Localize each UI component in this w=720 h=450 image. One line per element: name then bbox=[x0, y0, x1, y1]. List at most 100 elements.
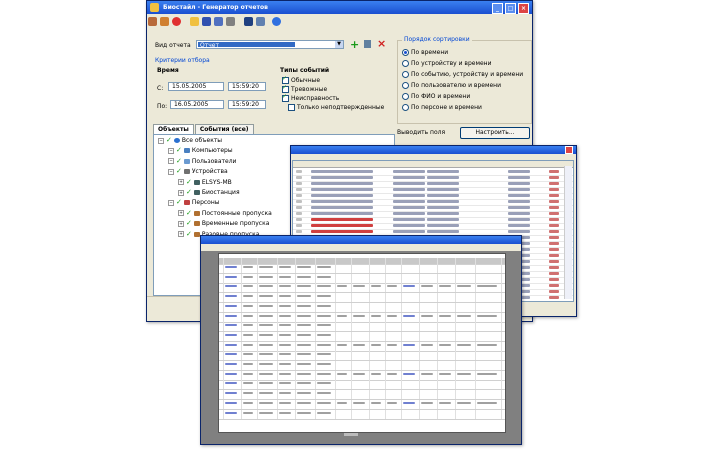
tree-item[interactable]: − ✓ Пользователи bbox=[168, 157, 236, 165]
expand-icon[interactable]: − bbox=[168, 147, 174, 154]
report-text bbox=[279, 266, 291, 268]
save-as-icon[interactable] bbox=[214, 16, 223, 26]
expand-icon[interactable]: + bbox=[178, 189, 184, 196]
report-text bbox=[477, 401, 497, 404]
table-cell bbox=[549, 278, 559, 281]
report-type-select[interactable]: Отчет ▼ bbox=[196, 40, 344, 49]
sort-option[interactable]: По персоне и времени bbox=[402, 104, 482, 111]
event-type-item[interactable]: Тревожные bbox=[282, 84, 327, 93]
check-icon[interactable]: ✓ bbox=[186, 220, 192, 227]
check-icon[interactable]: ✓ bbox=[176, 157, 182, 165]
event-types-heading: Типы событий bbox=[280, 67, 330, 74]
checkbox[interactable] bbox=[288, 104, 295, 111]
tree-item[interactable]: − ✓ Персоны bbox=[168, 199, 220, 206]
report-cell bbox=[385, 370, 397, 380]
open-icon[interactable] bbox=[160, 16, 169, 26]
check-icon[interactable]: ✓ bbox=[176, 199, 182, 206]
radio-button[interactable] bbox=[402, 71, 409, 78]
folder-icon[interactable] bbox=[190, 16, 199, 26]
tree-item[interactable]: + ✓ Постоянные пропуска bbox=[178, 209, 272, 217]
from-date-picker[interactable]: 15.05.2005 bbox=[168, 82, 224, 91]
add-icon[interactable]: + bbox=[350, 38, 359, 51]
tree-item[interactable]: + ✓ ELSYS-MB bbox=[178, 178, 232, 186]
check-icon[interactable]: ✓ bbox=[176, 168, 182, 175]
report-text bbox=[279, 304, 291, 307]
report-cell bbox=[315, 283, 331, 293]
sort-option[interactable]: По времени bbox=[402, 49, 448, 56]
sort-option[interactable]: По пользователю и времени bbox=[402, 82, 501, 89]
sort-option[interactable]: По устройству и времени bbox=[402, 60, 491, 67]
expand-icon[interactable]: − bbox=[158, 137, 164, 144]
to-date-picker[interactable]: 16.05.2005 bbox=[170, 100, 224, 109]
report-text bbox=[243, 343, 253, 346]
report-cell bbox=[437, 399, 451, 409]
report-cell bbox=[475, 264, 476, 273]
edit-icon[interactable] bbox=[226, 16, 235, 26]
tree-item[interactable]: + ✓ Биостанция bbox=[178, 189, 240, 196]
save-icon[interactable] bbox=[202, 16, 211, 26]
tree-item[interactable]: + ✓ Временные пропуска bbox=[178, 220, 269, 227]
delete-icon[interactable]: × bbox=[377, 37, 386, 50]
people-icon[interactable] bbox=[148, 16, 157, 26]
report-cell bbox=[295, 264, 311, 273]
report-text bbox=[403, 401, 415, 404]
print-icon[interactable] bbox=[244, 16, 253, 26]
report-cell bbox=[401, 390, 402, 400]
checkbox[interactable] bbox=[282, 75, 289, 84]
expand-icon[interactable]: + bbox=[178, 231, 184, 238]
check-icon[interactable]: ✓ bbox=[176, 147, 182, 154]
copy-icon[interactable] bbox=[364, 40, 371, 48]
expand-icon[interactable]: − bbox=[168, 158, 174, 165]
report-text bbox=[259, 304, 273, 307]
report-text bbox=[297, 363, 311, 365]
minimize-button[interactable]: _ bbox=[492, 3, 503, 14]
radio-button[interactable] bbox=[402, 49, 409, 56]
configure-button[interactable]: Настроить... bbox=[460, 127, 530, 139]
tree-item[interactable]: − ✓ Все объекты bbox=[158, 137, 222, 144]
table-cell bbox=[311, 188, 373, 191]
check-icon[interactable]: ✓ bbox=[186, 209, 192, 217]
check-icon[interactable]: ✓ bbox=[186, 189, 192, 196]
sort-option[interactable]: По ФИО и времени bbox=[402, 93, 470, 100]
tree-item[interactable]: − ✓ Компьютеры bbox=[168, 147, 233, 154]
events-title-bar[interactable] bbox=[291, 146, 576, 154]
report-cell bbox=[501, 380, 502, 390]
event-type-item[interactable]: Обычные bbox=[282, 75, 320, 84]
report-text bbox=[439, 401, 451, 404]
chevron-down-icon[interactable]: ▼ bbox=[335, 41, 343, 48]
expand-icon[interactable]: − bbox=[168, 168, 174, 175]
radio-button[interactable] bbox=[402, 104, 409, 111]
expand-icon[interactable]: − bbox=[168, 199, 174, 206]
events-close-button[interactable] bbox=[565, 146, 573, 154]
events-scrollbar[interactable] bbox=[564, 166, 572, 299]
expand-icon[interactable]: + bbox=[178, 210, 184, 217]
event-type-item[interactable]: Неисправность bbox=[282, 93, 339, 102]
event-type-item[interactable]: Только неподтвержденные bbox=[288, 104, 384, 111]
to-time-picker[interactable]: 15:59:20 bbox=[228, 100, 266, 109]
check-icon[interactable]: ✓ bbox=[166, 137, 172, 144]
check-icon[interactable]: ✓ bbox=[186, 230, 192, 238]
maximize-button[interactable]: □ bbox=[505, 3, 516, 14]
radio-button[interactable] bbox=[402, 60, 409, 67]
tree-item[interactable]: − ✓ Устройства bbox=[168, 168, 228, 175]
radio-button[interactable] bbox=[402, 93, 409, 100]
check-icon[interactable]: ✓ bbox=[186, 178, 192, 186]
preview-icon[interactable] bbox=[256, 16, 265, 26]
report-cell bbox=[277, 264, 291, 273]
report-cell bbox=[241, 302, 253, 312]
report-text bbox=[259, 372, 273, 375]
table-cell bbox=[311, 224, 373, 227]
expand-icon[interactable]: + bbox=[178, 179, 184, 186]
tab-objects-label: Объекты bbox=[158, 126, 189, 133]
sort-option[interactable]: По событию, устройству и времени bbox=[402, 71, 523, 78]
checkbox[interactable] bbox=[282, 93, 289, 102]
radio-button[interactable] bbox=[402, 82, 409, 89]
expand-icon[interactable]: + bbox=[178, 220, 184, 227]
close-button[interactable]: × bbox=[518, 3, 529, 14]
stop-icon[interactable] bbox=[172, 16, 181, 26]
title-bar[interactable]: Биостайл - Генератор отчетов _ □ × bbox=[147, 1, 532, 14]
from-time-picker[interactable]: 15:59:20 bbox=[228, 82, 266, 91]
help-icon[interactable] bbox=[272, 16, 281, 26]
checkbox[interactable] bbox=[282, 84, 289, 93]
preview-title-bar[interactable] bbox=[201, 236, 521, 244]
